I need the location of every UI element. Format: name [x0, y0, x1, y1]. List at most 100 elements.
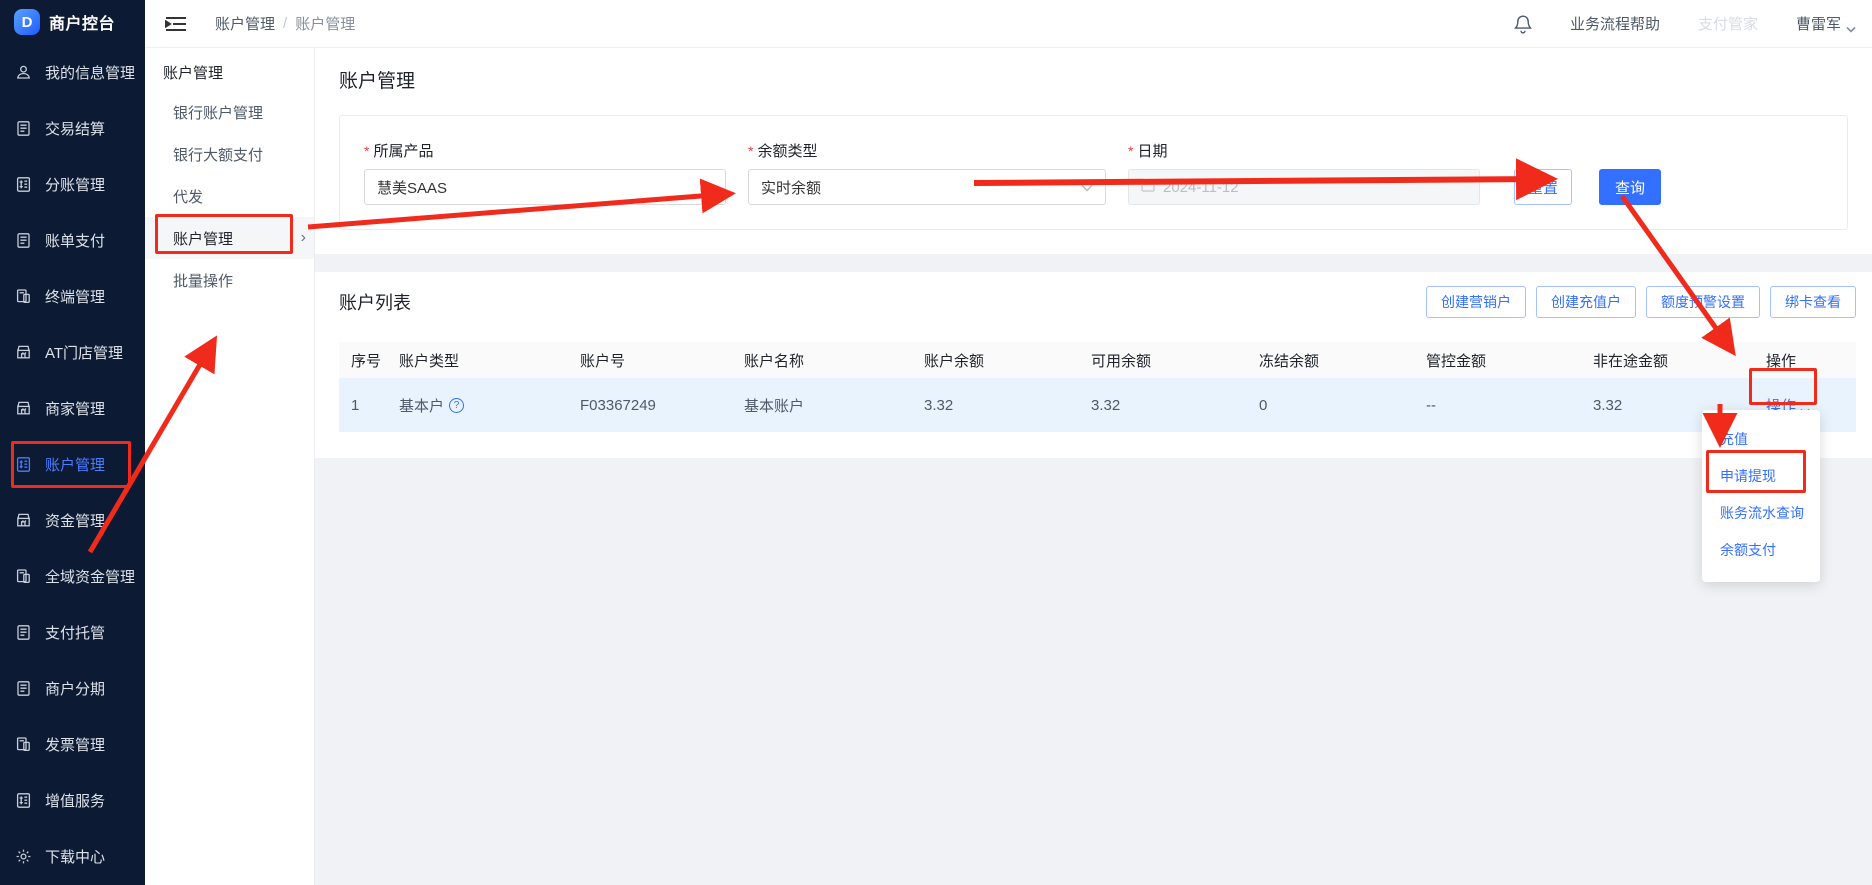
menu-item-申请提现[interactable]: 申请提现 [1702, 457, 1820, 494]
cell-name: 基本账户 [732, 395, 912, 416]
sidebar-item-交易结算[interactable]: 交易结算 [0, 100, 145, 156]
chevron-right-icon[interactable]: › [301, 229, 306, 247]
cell-type: 基本户? [387, 395, 568, 416]
date-input[interactable]: 2024-11-12 [1128, 169, 1480, 205]
submenu-item-银行账户管理[interactable]: 银行账户管理 [145, 91, 314, 133]
sidebar-item-资金管理[interactable]: 资金管理 [0, 492, 145, 548]
balance-type-select[interactable]: 实时余额 [748, 169, 1106, 205]
operation-dropdown-menu: 充值申请提现账务流水查询余额支付 [1702, 410, 1820, 582]
submenu-item-代发[interactable]: 代发 [145, 175, 314, 217]
column-header-账户类型: 账户类型 [387, 350, 568, 371]
submenu-item-label: 账户管理 [173, 228, 233, 249]
notification-bell-icon[interactable] [1514, 14, 1532, 34]
column-header-账户余额: 账户余额 [912, 350, 1079, 371]
query-button[interactable]: 查询 [1599, 169, 1661, 205]
action-button-绑卡查看[interactable]: 绑卡查看 [1770, 286, 1856, 318]
column-header-操作: 操作 [1754, 350, 1856, 371]
terminal-icon [15, 288, 32, 305]
username: 曹雷军 [1796, 13, 1841, 34]
action-button-额度预警设置[interactable]: 额度预警设置 [1646, 286, 1760, 318]
money-doc-icon [15, 792, 32, 809]
cell-seq: 1 [339, 397, 387, 414]
sidebar-item-终端管理[interactable]: 终端管理 [0, 268, 145, 324]
date-label: *日期 [1128, 140, 1480, 161]
gear-icon [15, 848, 32, 865]
page-title: 账户管理 [339, 66, 1848, 93]
sidebar-item-我的信息管理[interactable]: 我的信息管理 [0, 44, 145, 100]
sidebar-item-label: 交易结算 [45, 118, 105, 139]
submenu-item-label: 银行账户管理 [173, 102, 263, 123]
account-table: 序号账户类型账户号账户名称账户余额可用余额冻结余额管控金额非在途金额操作 1基本… [339, 342, 1856, 432]
sidebar-item-label: 我的信息管理 [45, 62, 135, 83]
menu-item-余额支付[interactable]: 余额支付 [1702, 531, 1820, 568]
sidebar-item-账单支付[interactable]: 账单支付 [0, 212, 145, 268]
sidebar-item-全域资金管理[interactable]: 全域资金管理 [0, 548, 145, 604]
sidebar-item-下载中心[interactable]: 下载中心 [0, 828, 145, 884]
column-header-账户号: 账户号 [568, 350, 732, 371]
submenu-item-批量操作[interactable]: 批量操作 [145, 259, 314, 301]
table-row: 1基本户?F03367249基本账户3.323.320--3.32操作 [339, 378, 1856, 432]
sidebar-item-label: 发票管理 [45, 734, 105, 755]
product-select[interactable]: 慧美SAAS [364, 169, 726, 205]
chevron-down-icon [701, 179, 713, 196]
cell-number: F03367249 [568, 397, 732, 414]
submenu-item-银行大额支付[interactable]: 银行大额支付 [145, 133, 314, 175]
user-icon [15, 64, 32, 81]
assistant-link[interactable]: 支付管家 [1698, 13, 1758, 34]
topbar: 账户管理 / 账户管理 业务流程帮助 支付管家 曹雷军 [145, 0, 1872, 48]
reset-button[interactable]: 重置 [1514, 169, 1572, 205]
submenu-item-label: 批量操作 [173, 270, 233, 291]
sidebar-item-label: 增值服务 [45, 790, 105, 811]
user-menu[interactable]: 曹雷军 [1796, 13, 1856, 34]
sidebar-item-label: 账户管理 [45, 454, 105, 475]
help-question-icon[interactable]: ? [449, 398, 464, 413]
required-mark: * [748, 143, 753, 159]
product-select-value: 慧美SAAS [377, 177, 447, 198]
sidebar-item-支付托管[interactable]: 支付托管 [0, 604, 145, 660]
main-sidebar: D 商户控台 我的信息管理交易结算分账管理账单支付终端管理 AT门店管理商家管理账… [0, 0, 145, 885]
brand: D 商户控台 [0, 0, 145, 44]
sidebar-item-label: 终端管理 [45, 286, 105, 307]
breadcrumb-item-current: 账户管理 [295, 13, 355, 34]
column-header-序号: 序号 [339, 350, 387, 371]
sidebar-item-label: AT门店管理 [45, 342, 123, 363]
breadcrumb-item[interactable]: 账户管理 [215, 13, 275, 34]
sidebar-item-发票管理[interactable]: 发票管理 [0, 716, 145, 772]
action-button-创建充值户[interactable]: 创建充值户 [1536, 286, 1636, 318]
calendar-icon [1141, 178, 1155, 196]
date-field: *日期 2024-11-12 [1128, 140, 1480, 205]
submenu-title: 账户管理 [145, 56, 314, 91]
menu-item-充值[interactable]: 充值 [1702, 420, 1820, 457]
date-input-value: 2024-11-12 [1163, 179, 1239, 196]
store-icon [15, 512, 32, 529]
submenu-item-账户管理[interactable]: 账户管理 › [145, 217, 314, 259]
product-field: *所属产品 慧美SAAS [364, 140, 726, 205]
account-list-panel: 账户列表 创建营销户创建充值户额度预警设置绑卡查看 序号账户类型账户号账户名称账… [315, 272, 1872, 458]
submenu-item-label: 银行大额支付 [173, 144, 263, 165]
breadcrumb: 账户管理 / 账户管理 [215, 13, 355, 34]
help-link[interactable]: 业务流程帮助 [1570, 13, 1660, 34]
chevron-down-icon [1800, 402, 1810, 409]
document-icon [15, 624, 32, 641]
action-button-创建营销户[interactable]: 创建营销户 [1426, 286, 1526, 318]
sidebar-item-商家管理[interactable]: 商家管理 [0, 380, 145, 436]
sidebar-item-AT门店管理[interactable]: AT门店管理 [0, 324, 145, 380]
menu-item-账务流水查询[interactable]: 账务流水查询 [1702, 494, 1820, 531]
collapse-menu-icon[interactable] [165, 15, 187, 33]
submenu-sidebar: 账户管理 银行账户管理银行大额支付代发账户管理›批量操作 [145, 48, 315, 885]
cell-frozen: 0 [1247, 397, 1414, 414]
sidebar-item-label: 商户分期 [45, 678, 105, 699]
submenu-item-label: 代发 [173, 186, 203, 207]
money-doc-icon [15, 456, 32, 473]
breadcrumb-separator: / [283, 15, 287, 32]
sidebar-item-分账管理[interactable]: 分账管理 [0, 156, 145, 212]
column-header-非在途金额: 非在途金额 [1581, 350, 1754, 371]
store-icon [15, 400, 32, 417]
sidebar-item-账户管理[interactable]: 账户管理 [0, 436, 145, 492]
sidebar-item-增值服务[interactable]: 增值服务 [0, 772, 145, 828]
column-header-冻结余额: 冻结余额 [1247, 350, 1414, 371]
sidebar-item-商户分期[interactable]: 商户分期 [0, 660, 145, 716]
chevron-down-icon [1846, 20, 1856, 27]
column-header-可用余额: 可用余额 [1079, 350, 1247, 371]
sidebar-item-label: 分账管理 [45, 174, 105, 195]
